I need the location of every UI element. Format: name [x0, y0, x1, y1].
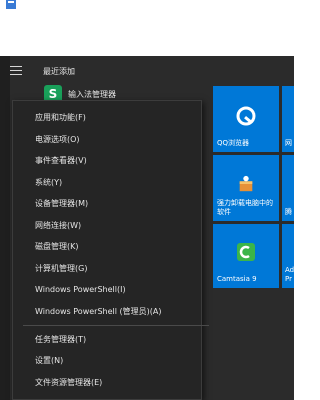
- recent-app-label: 输入法管理器: [68, 89, 116, 99]
- uninstaller-box-icon: [239, 175, 253, 192]
- menu-item-network-connections[interactable]: 网络连接(W): [35, 220, 81, 231]
- tile-label: Camtasia 9: [217, 275, 257, 283]
- desktop-file-icon[interactable]: [6, 0, 18, 10]
- winx-context-menu: 应用和功能(F) 电源选项(O) 事件查看器(V) 系统(Y) 设备管理器(M)…: [12, 100, 209, 400]
- menu-item-settings[interactable]: 设置(N): [35, 355, 63, 366]
- tile-label: 强力卸载电脑中的软件: [217, 199, 273, 216]
- menu-item-apps-features[interactable]: 应用和功能(F): [35, 112, 86, 123]
- tile-label: QQ浏览器: [217, 139, 250, 147]
- menu-item-power-options[interactable]: 电源选项(O): [35, 134, 80, 145]
- menu-item-powershell[interactable]: Windows PowerShell(I): [35, 285, 126, 294]
- tile-partial-3[interactable]: Ad Pr: [282, 224, 294, 288]
- menu-item-powershell-admin[interactable]: Windows PowerShell (管理员)(A): [35, 306, 161, 317]
- menu-item-file-explorer[interactable]: 文件资源管理器(E): [35, 377, 102, 388]
- tile-label: 腾: [285, 208, 292, 216]
- tile-partial-1[interactable]: 网: [282, 86, 294, 152]
- menu-separator: [23, 325, 209, 326]
- tile-qq-browser[interactable]: QQ浏览器: [213, 86, 279, 152]
- camtasia-icon: [237, 243, 255, 261]
- menu-item-disk-management[interactable]: 磁盘管理(K): [35, 241, 79, 252]
- tile-partial-2[interactable]: 腾: [282, 155, 294, 221]
- start-menu-left-rail: [0, 56, 10, 400]
- menu-item-computer-management[interactable]: 计算机管理(G): [35, 263, 87, 274]
- menu-item-system[interactable]: 系统(Y): [35, 177, 62, 188]
- tile-uninstaller[interactable]: 强力卸载电脑中的软件: [213, 155, 279, 221]
- tile-label: 网: [285, 139, 292, 147]
- desktop-area: [0, 0, 294, 56]
- tile-camtasia[interactable]: Camtasia 9: [213, 224, 279, 288]
- qq-browser-icon: [236, 106, 256, 126]
- tile-label: Ad Pr: [285, 266, 295, 283]
- recently-added-header: 最近添加: [43, 67, 75, 76]
- hamburger-menu-icon[interactable]: [10, 66, 22, 78]
- menu-item-device-manager[interactable]: 设备管理器(M): [35, 198, 88, 209]
- menu-item-event-viewer[interactable]: 事件查看器(V): [35, 155, 87, 166]
- menu-item-task-manager[interactable]: 任务管理器(T): [35, 334, 86, 345]
